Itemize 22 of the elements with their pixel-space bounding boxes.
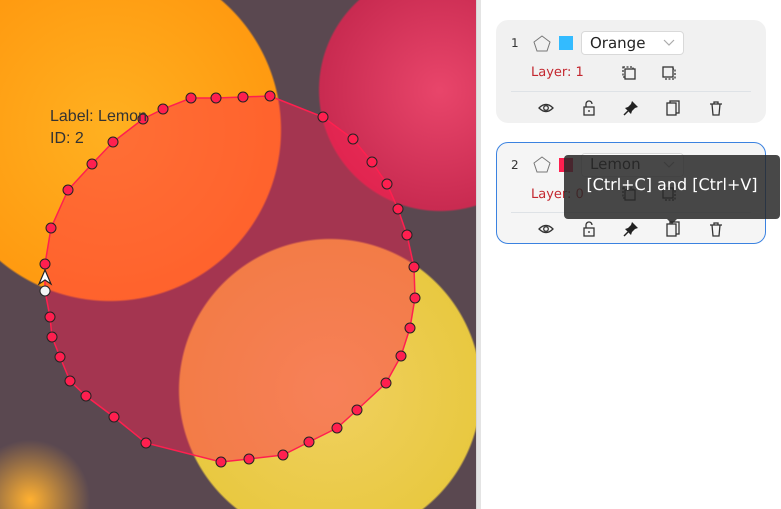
- trash-icon[interactable]: [708, 221, 724, 237]
- copy-icon[interactable]: [665, 221, 682, 237]
- object-id-text: ID: 2: [50, 129, 85, 149]
- pin-icon[interactable]: [622, 221, 639, 237]
- layer-backward-icon[interactable]: [661, 64, 677, 81]
- trash-icon[interactable]: [708, 100, 724, 116]
- copy-icon[interactable]: [665, 100, 682, 116]
- polygon-icon: [533, 156, 551, 173]
- layer-forward-icon[interactable]: [621, 64, 637, 81]
- layer-text: Layer: 1: [531, 64, 585, 82]
- color-swatch[interactable]: [559, 36, 573, 50]
- object-card[interactable]: 1 Orange Layer: 1: [496, 20, 766, 122]
- cursor-icon: [38, 268, 52, 286]
- caret-icon: [663, 39, 675, 47]
- object-number: 1: [511, 35, 520, 52]
- unlocked-padlock-icon[interactable]: [580, 100, 597, 116]
- polygon-icon: [533, 34, 551, 52]
- polygon-annotation[interactable]: [40, 90, 420, 468]
- object-number: 2: [511, 156, 520, 174]
- unlocked-padlock-icon[interactable]: [580, 221, 597, 237]
- label-dropdown[interactable]: Orange: [581, 31, 684, 55]
- pin-icon[interactable]: [622, 100, 639, 116]
